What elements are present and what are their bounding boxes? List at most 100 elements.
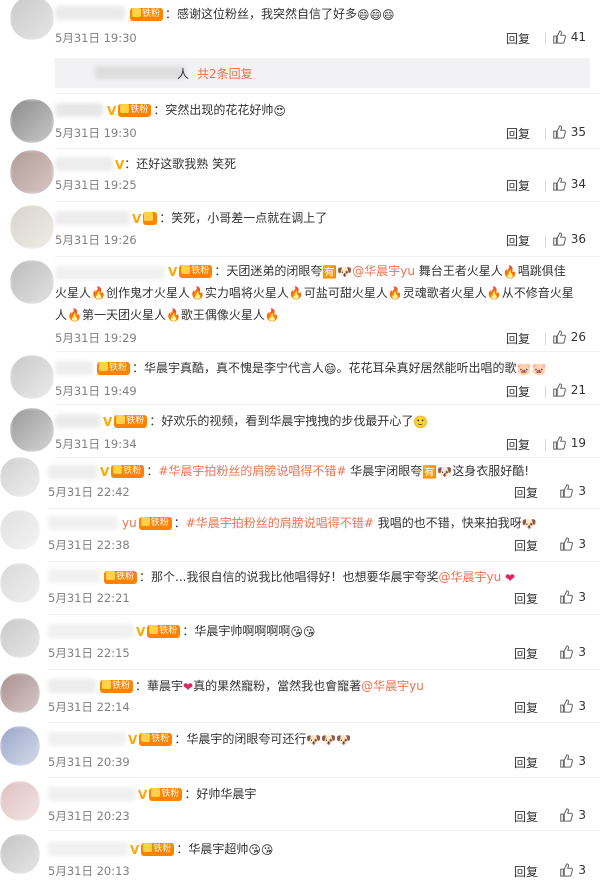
reply-button[interactable]: 回复	[506, 30, 530, 47]
comment-text: yu 铁粉 ：#华晨宇拍粉丝的肩膀说唱得不错# 我唱的也不错，快来拍我呀🐶	[122, 516, 537, 531]
reply-button[interactable]: 回复	[506, 383, 530, 400]
comment-item: 铁粉 ：感谢这位粉丝，我突然自信了好多😄😄😄 5月31日 19:30 回复 41	[0, 0, 600, 52]
like-count: 3	[578, 537, 586, 551]
like-button[interactable]: 3	[559, 754, 586, 768]
comment-item: V 铁粉 ：华晨宇的闭眼夸可还行🐶🐶🐶 5月31日 20:39 回复 3	[0, 724, 600, 776]
comment-text: 铁粉 ：華晨宇❤真的果然寵粉，當然我也會寵著@华晨宇yu	[98, 677, 424, 695]
username-blurred[interactable]	[48, 516, 118, 530]
like-count: 21	[570, 383, 586, 397]
username-blurred[interactable]	[55, 361, 93, 375]
dog-emoji: 🐶	[437, 464, 453, 479]
timestamp: 5月31日 19:34	[55, 437, 137, 451]
username-blurred[interactable]	[55, 414, 100, 428]
like-count: 35	[570, 125, 586, 139]
like-button[interactable]: 36	[552, 232, 586, 246]
v-icon: V	[132, 211, 142, 226]
reply-button[interactable]: 回复	[506, 330, 530, 347]
thumbs-up-icon	[552, 436, 566, 450]
thumbs-up-icon	[560, 754, 574, 768]
divider	[55, 404, 600, 405]
reply-button[interactable]: 回复	[514, 699, 538, 716]
reply-button[interactable]: 回复	[514, 590, 538, 607]
comment-text: V 铁粉 ：华晨宇超帅😘😘	[130, 842, 274, 857]
username-blurred[interactable]	[48, 465, 98, 479]
like-count: 3	[578, 699, 586, 713]
username-blurred[interactable]	[55, 157, 113, 171]
divider	[48, 669, 600, 670]
like-count: 3	[578, 645, 586, 659]
divider	[55, 457, 600, 458]
like-button[interactable]: 3	[559, 590, 586, 604]
comment-text: V 铁粉 ：华晨宇帅啊啊啊啊😘😘	[136, 624, 316, 639]
like-count: 3	[578, 863, 586, 877]
topic-tag-link[interactable]: #华晨宇拍粉丝的肩膀说唱得不错#	[186, 516, 374, 530]
comment-item: 铁粉 ：华晨宇真酷，真不愧是李宁代言人😄。花花耳朵真好居然能听出唱的歌🐷🐷 5月3…	[0, 353, 600, 403]
reply-button[interactable]: 回复	[514, 645, 538, 662]
like-button[interactable]: 26	[552, 330, 586, 344]
thumbs-up-icon	[560, 645, 574, 659]
like-button[interactable]: 41	[552, 30, 586, 44]
reply-button[interactable]: 回复	[514, 754, 538, 771]
username-suffix[interactable]: yu	[122, 516, 137, 530]
reply-button[interactable]: 回复	[506, 125, 530, 142]
kiss-emoji: 😘😘	[290, 624, 316, 639]
username-blurred[interactable]	[48, 679, 96, 693]
thumbs-up-icon	[560, 590, 574, 604]
avatar[interactable]	[10, 260, 54, 304]
username-blurred[interactable]	[48, 569, 100, 583]
mention-link[interactable]: @华晨宇yu	[438, 570, 501, 584]
reply-button[interactable]: 回复	[514, 484, 538, 501]
like-button[interactable]: 35	[552, 125, 586, 139]
mention-link[interactable]: @华晨宇yu	[352, 264, 415, 278]
v-icon: V	[103, 414, 113, 429]
fan-badge-icon: 铁粉	[149, 788, 183, 801]
username-blurred[interactable]	[48, 732, 126, 746]
fan-badge-icon: 铁粉	[97, 362, 131, 375]
like-button[interactable]: 3	[559, 645, 586, 659]
comment-text: V 铁粉 ：突然出现的花花好帅😍	[107, 103, 286, 118]
like-button[interactable]: 3	[559, 699, 586, 713]
divider	[545, 386, 546, 398]
reply-button[interactable]: 回复	[514, 863, 538, 880]
like-button[interactable]: 19	[552, 436, 586, 450]
like-button[interactable]: 3	[559, 863, 586, 877]
reply-button[interactable]: 回复	[514, 808, 538, 825]
comment-text: 铁粉 ：那个...我很自信的说我比他唱得好！也想要华晨宇夸奖@华晨宇yu ❤	[102, 568, 515, 586]
fan-badge-icon: 铁粉	[147, 625, 181, 638]
username-blurred[interactable]	[55, 211, 130, 225]
timestamp: 5月31日 20:13	[48, 864, 130, 878]
dog-emoji: 🐶	[337, 264, 353, 279]
comment-item: V：还好这歌我熟 笑死 5月31日 19:25 回复 34	[0, 150, 600, 200]
username-blurred[interactable]	[48, 842, 128, 856]
like-count: 36	[570, 232, 586, 246]
like-button[interactable]: 3	[559, 808, 586, 822]
reply-button[interactable]: 回复	[506, 177, 530, 194]
like-button[interactable]: 3	[559, 537, 586, 551]
topic-tag-link[interactable]: #华晨宇拍粉丝的肩膀说唱得不错#	[158, 464, 346, 478]
like-count: 19	[570, 436, 586, 450]
divider	[55, 351, 600, 352]
like-button[interactable]: 21	[552, 383, 586, 397]
username-blurred[interactable]	[48, 624, 134, 638]
fan-badge-icon: 铁粉	[139, 733, 173, 746]
like-count: 3	[578, 754, 586, 768]
divider	[545, 180, 546, 192]
divider	[55, 201, 600, 202]
username-blurred[interactable]	[48, 787, 136, 801]
mention-link[interactable]: @华晨宇yu	[361, 679, 424, 693]
like-button[interactable]: 34	[552, 177, 586, 191]
more-replies-button[interactable]: 人 共2条回复	[55, 58, 590, 88]
username-blurred[interactable]	[55, 266, 165, 280]
fan-badge-icon: 铁粉	[100, 680, 134, 693]
comment-text: V ：笑死，小哥差一点就在调上了	[132, 211, 328, 226]
divider	[55, 93, 600, 94]
comment-text: 铁粉 ：感谢这位粉丝，我突然自信了好多😄😄😄	[128, 5, 395, 23]
like-button[interactable]: 3	[559, 484, 586, 498]
reply-button[interactable]: 回复	[506, 232, 530, 249]
username-blurred[interactable]	[55, 6, 125, 20]
reply-button[interactable]: 回复	[514, 537, 538, 554]
comment-text: V 铁粉 ：好帅华晨宇	[138, 787, 257, 802]
thumbs-up-icon	[552, 232, 566, 246]
reply-button[interactable]: 回复	[506, 436, 530, 453]
username-blurred[interactable]	[55, 103, 103, 117]
